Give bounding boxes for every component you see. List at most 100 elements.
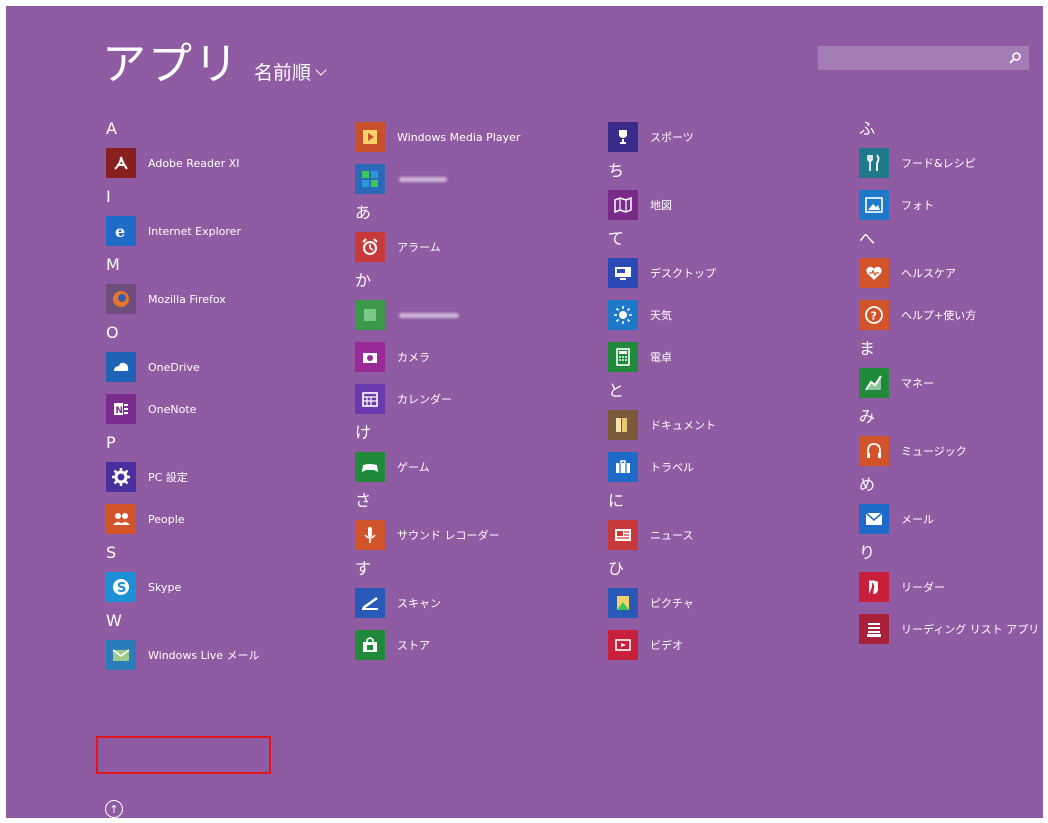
search-icon[interactable] [1007, 50, 1023, 66]
app-tile-pictures[interactable]: ピクチャ [604, 582, 834, 624]
ie-icon: e [106, 216, 136, 246]
app-tile-blurred-app-1[interactable] [351, 158, 581, 200]
svg-text:e: e [115, 222, 125, 241]
app-tile-reader[interactable]: リーダー [855, 566, 1043, 608]
app-tile-internet-explorer[interactable]: e Internet Explorer [102, 210, 332, 252]
app-label: ピクチャ [650, 597, 694, 610]
app-label: カレンダー [397, 393, 452, 406]
app-tile-weather[interactable]: 天気 [604, 294, 834, 336]
group-header: み [859, 407, 876, 426]
people-icon [106, 504, 136, 534]
app-tile-news[interactable]: ニュース [604, 514, 834, 556]
start-screen-apps-view: アプリ 名前順 A Adobe Reader XI Ie Internet Explo… [6, 6, 1043, 818]
sort-label: 名前順 [254, 62, 312, 84]
app-label: フード&レシピ [901, 157, 976, 170]
app-tile-money[interactable]: マネー [855, 362, 1043, 404]
search-box[interactable] [818, 46, 1029, 70]
suitcase-icon [608, 452, 638, 482]
app-tile-calculator[interactable]: 電卓 [604, 336, 834, 378]
adobe-icon [106, 148, 136, 178]
app-label: スキャン [397, 597, 441, 610]
svg-text:N: N [116, 406, 124, 416]
app-label: ニュース [650, 529, 694, 542]
calendar-icon [355, 384, 385, 414]
chevron-down-icon [315, 63, 327, 76]
app-column-1: A Adobe Reader XI Ie Internet Explorer M Mozi… [102, 116, 332, 676]
store-icon [355, 630, 385, 660]
app-label: カメラ [397, 351, 430, 364]
app-tile-photos[interactable]: フォト [855, 184, 1043, 226]
cloud-icon [106, 352, 136, 382]
app-tile-windows-media-player[interactable]: Windows Media Player [351, 116, 581, 158]
app-tile-mail[interactable]: メール [855, 498, 1043, 540]
app-label: トラベル [650, 461, 694, 474]
app-tile-store[interactable]: ストア [351, 624, 581, 666]
app-label: OneDrive [148, 360, 200, 374]
envelope-icon [859, 504, 889, 534]
app-tile-onedrive[interactable]: OneDrive [102, 346, 332, 388]
app-tile-mozilla-firefox[interactable]: Mozilla Firefox [102, 278, 332, 320]
app-label: ドキュメント [650, 419, 716, 432]
heart-icon [859, 258, 889, 288]
headphones-icon [859, 436, 889, 466]
group-header: ち [608, 161, 625, 180]
app-tile-help-tips[interactable]: ? ヘルプ+使い方 [855, 294, 1043, 336]
app-label: スポーツ [650, 131, 694, 144]
app-label: リーディング リスト アプリ [901, 623, 1040, 636]
news-icon [608, 520, 638, 550]
app-tile-food-and-drink[interactable]: フード&レシピ [855, 142, 1043, 184]
group-header: す [355, 559, 372, 578]
sort-dropdown[interactable]: 名前順 [254, 58, 327, 85]
title-row: アプリ 名前順 [102, 28, 327, 92]
app-tile-sound-recorder[interactable]: サウンド レコーダー [351, 514, 581, 556]
group-header: M [106, 255, 120, 274]
app-tile-adobe-reader-xi[interactable]: Adobe Reader XI [102, 142, 332, 184]
app-tile-maps[interactable]: 地図 [604, 184, 834, 226]
app-label: ヘルスケア [901, 267, 956, 280]
photo-icon [859, 190, 889, 220]
app-label: OneNote [148, 402, 197, 416]
skype-icon: S [106, 572, 136, 602]
app-column-3: スポーツち地図てデスクトップ 天気 電卓とドキュメント トラベルにニュースひピクチャビ… [604, 116, 834, 666]
scroll-up-icon[interactable]: ↑ [105, 800, 123, 818]
app-tile-blurred-app-2[interactable] [351, 294, 581, 336]
app-tile-camera[interactable]: カメラ [351, 336, 581, 378]
app-tile-people[interactable]: People [102, 498, 332, 540]
app-tile-calendar[interactable]: カレンダー [351, 378, 581, 420]
play-icon [355, 122, 385, 152]
app-tile-game[interactable]: ゲーム [351, 446, 581, 488]
group-header: と [608, 381, 625, 400]
app-column-2: Windows Media Player あアラームかカメラ カレンダーけゲームさサ… [351, 116, 581, 666]
app-tile-reading-list[interactable]: リーディング リスト アプリ [855, 608, 1043, 650]
group-header: I [106, 187, 111, 206]
app-column-4: ふフード&レシピ フォトへヘルスケア? ヘルプ+使い方まマネーみミュージックめメール… [855, 116, 1043, 650]
app-tile-pc-settings[interactable]: PC 設定 [102, 456, 332, 498]
app-tile-scan[interactable]: スキャン [351, 582, 581, 624]
app-tile-onenote[interactable]: N OneNote [102, 388, 332, 430]
group-header: ま [859, 339, 876, 358]
app-tile-travel[interactable]: トラベル [604, 446, 834, 488]
group-header: W [106, 611, 122, 630]
scan-icon [355, 588, 385, 618]
app-label: Windows Media Player [397, 130, 521, 144]
app-tile-skype[interactable]: S Skype [102, 566, 332, 608]
video-icon [608, 630, 638, 660]
app-tile-sports[interactable]: スポーツ [604, 116, 834, 158]
app-tile-documents[interactable]: ドキュメント [604, 404, 834, 446]
app-tile-alarm[interactable]: アラーム [351, 226, 581, 268]
app-tile-health[interactable]: ヘルスケア [855, 252, 1043, 294]
camera-icon [355, 342, 385, 372]
alarm-icon [355, 232, 385, 262]
app-tile-music[interactable]: ミュージック [855, 430, 1043, 472]
group-header: に [608, 491, 625, 510]
trophy-icon [608, 122, 638, 152]
obscured-label [399, 176, 447, 182]
group-header: S [106, 543, 117, 562]
help-icon: ? [859, 300, 889, 330]
app-tile-video[interactable]: ビデオ [604, 624, 834, 666]
fork-icon [859, 148, 889, 178]
app-label: ミュージック [901, 445, 967, 458]
calculator-icon [608, 342, 638, 372]
app-tile-windows-live-mail[interactable]: Windows Live メール [102, 634, 332, 676]
app-tile-desktop[interactable]: デスクトップ [604, 252, 834, 294]
